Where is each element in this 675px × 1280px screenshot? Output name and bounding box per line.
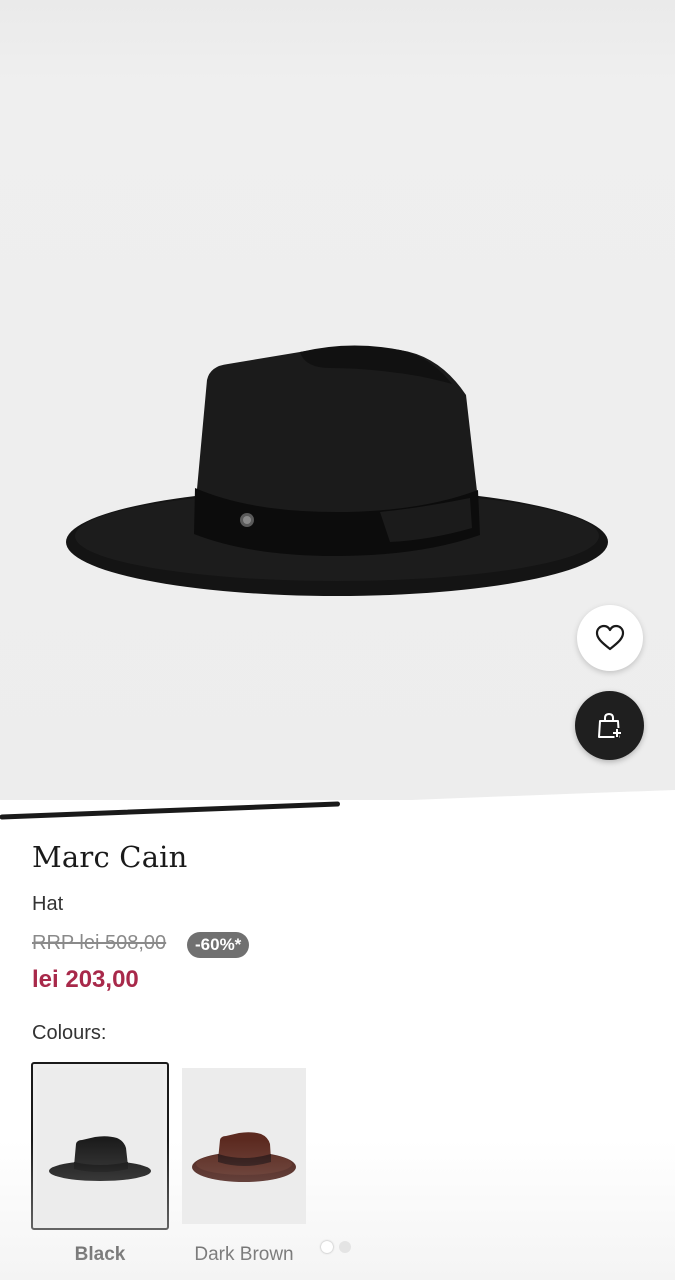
product-type: Hat [32, 893, 64, 915]
colour-swatch-black[interactable] [31, 1062, 169, 1230]
colour-option-label[interactable]: Black [31, 1244, 169, 1266]
page-dot [339, 1241, 351, 1253]
colours-label: Colours: [32, 1022, 107, 1044]
page-dot-active [321, 1241, 333, 1253]
product-image-gallery[interactable] [0, 0, 675, 812]
rrp-price: RRP lei 508,00 [32, 932, 167, 954]
gallery-progress-bar [0, 790, 675, 820]
wishlist-button[interactable] [577, 605, 643, 671]
colour-option-label[interactable]: Dark Brown [182, 1244, 306, 1266]
heart-outline-icon [595, 624, 625, 651]
brand-name[interactable]: Marc Cain [32, 840, 188, 874]
black-hat-thumbnail [49, 1136, 151, 1181]
discount-badge: -60%* [187, 932, 250, 958]
product-image [66, 345, 608, 596]
colour-swatch-dark-brown[interactable] [182, 1068, 306, 1224]
sale-price: lei 203,00 [32, 966, 139, 993]
shopping-bag-plus-icon [597, 712, 622, 738]
add-to-bag-button[interactable] [575, 691, 644, 760]
page-indicator [321, 1241, 351, 1253]
brown-hat-thumbnail [192, 1132, 296, 1182]
